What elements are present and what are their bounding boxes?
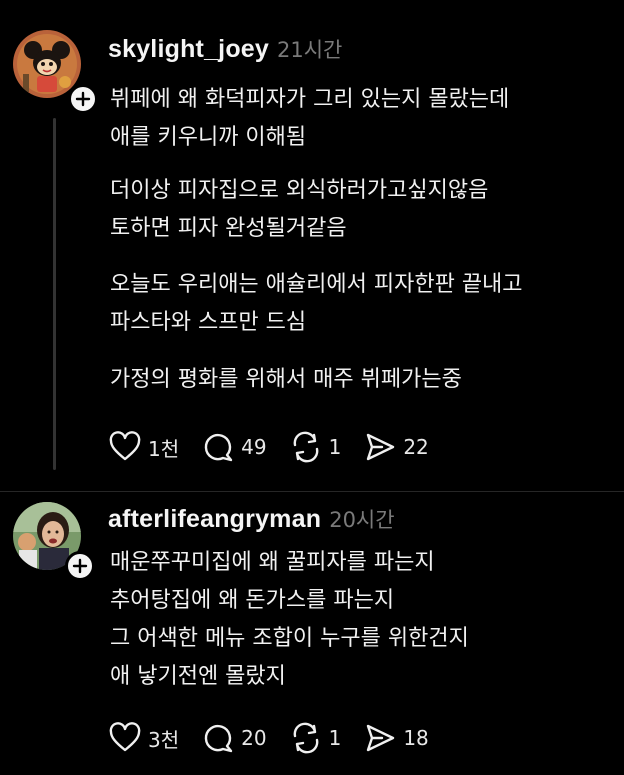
thread-post: afterlifeangryman 20시간 매운쭈꾸미집에 왜 꿀피자를 파는… [0,492,624,775]
comment-button[interactable]: 20 [201,721,267,755]
text-line: 애를 키우니까 이해됨 [110,125,307,150]
avatar[interactable] [13,30,81,98]
username[interactable]: skylight_joey [108,35,269,64]
text-line: 토하면 피자 완성될거같음 [110,216,347,241]
timestamp[interactable]: 20시간 [329,504,394,534]
comment-bubble-icon [204,724,233,753]
action-bar: 3천 20 1 18 [108,720,451,756]
heart-icon [109,431,141,461]
heart-icon [109,722,141,752]
post-text-paragraph: 뷔페에 왜 화덕피자가 그리 있는지 몰랐는데 애를 키우니까 이해됨 [110,81,509,157]
text-line: 파스타와 스프만 드심 [110,310,307,335]
like-button[interactable]: 1천 [108,430,179,464]
timestamp[interactable]: 21시간 [277,34,342,64]
share-button[interactable]: 18 [363,721,429,755]
comment-count: 49 [241,435,267,459]
username[interactable]: afterlifeangryman [108,505,321,534]
send-icon [367,433,395,461]
repost-count: 1 [328,435,342,459]
text-line: 가정의 평화를 위해서 매주 뷔페가는중 [110,367,462,392]
follow-button[interactable] [68,84,98,114]
comment-bubble-icon [204,433,233,462]
thread-line [53,118,56,470]
comment-count: 20 [241,726,267,750]
post-header: afterlifeangryman 20시간 [108,504,395,534]
post-header: skylight_joey 21시간 [108,34,342,64]
text-line: 더이상 피자집으로 외식하러가고싶지않음 [110,178,489,203]
share-count: 22 [403,435,429,459]
like-count: 3천 [148,727,180,752]
repost-button[interactable]: 1 [289,721,342,755]
text-line: 추어탕집에 왜 돈가스를 파는지 [110,588,395,613]
action-bar: 1천 49 1 22 [108,429,451,465]
thread-post: skylight_joey 21시간 뷔페에 왜 화덕피자가 그리 있는지 몰랐… [0,0,624,492]
text-line: 그 어색한 메뉴 조합이 누구를 위한건지 [110,626,469,651]
follow-button[interactable] [65,551,95,581]
send-icon [367,724,395,752]
repost-count: 1 [328,726,342,750]
repost-icon [293,722,318,754]
text-line: 매운쭈꾸미집에 왜 꿀피자를 파는지 [110,550,435,575]
plus-icon [72,558,88,574]
text-line: 오늘도 우리애는 애슐리에서 피자한판 끝내고 [110,272,523,297]
post-text-paragraph: 가정의 평화를 위해서 매주 뷔페가는중 [110,361,462,399]
text-line: 뷔페에 왜 화덕피자가 그리 있는지 몰랐는데 [110,87,510,112]
share-button[interactable]: 22 [363,430,429,464]
post-text-paragraph: 매운쭈꾸미집에 왜 꿀피자를 파는지 추어탕집에 왜 돈가스를 파는지 그 어색… [110,544,469,696]
share-count: 18 [403,726,429,750]
plus-icon [75,91,91,107]
like-button[interactable]: 3천 [108,721,179,755]
post-text-paragraph: 오늘도 우리애는 애슐리에서 피자한판 끝내고 파스타와 스프만 드심 [110,266,523,342]
post-text-paragraph: 더이상 피자집으로 외식하러가고싶지않음 토하면 피자 완성될거같음 [110,172,488,248]
repost-icon [293,431,318,463]
repost-button[interactable]: 1 [289,430,342,464]
text-line: 애 낳기전엔 몰랐지 [110,664,286,689]
comment-button[interactable]: 49 [201,430,267,464]
like-count: 1천 [148,436,180,461]
